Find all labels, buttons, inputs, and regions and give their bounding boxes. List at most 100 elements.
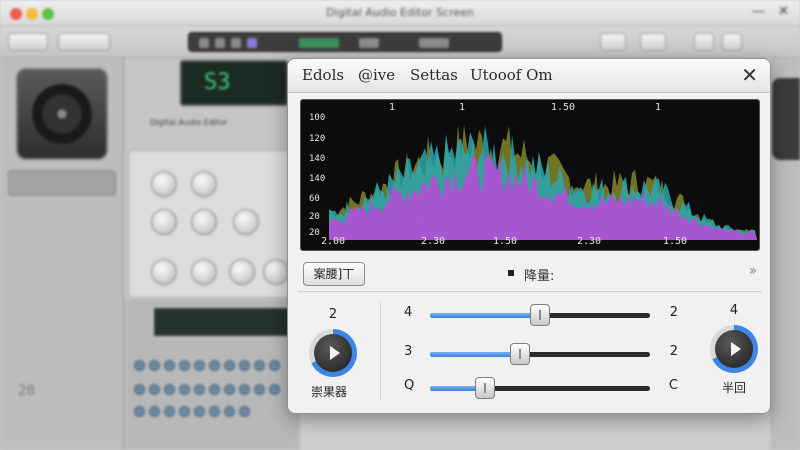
left-knob-value: 2 [328,307,338,322]
slider-right-label: C [668,378,678,393]
pad-button[interactable] [224,384,235,395]
knob-cap [715,330,753,368]
pad-button[interactable] [269,360,280,371]
pad-button[interactable] [134,384,145,395]
y-tick-label: 60 [309,194,320,204]
pad-button[interactable] [254,384,265,395]
right-knob-caption: 半回 [722,381,747,395]
pad-button[interactable] [239,384,250,395]
plugin-knob[interactable] [151,259,177,285]
pad-button[interactable] [224,406,235,417]
toolbar-button[interactable] [694,33,714,51]
slider-track[interactable] [430,343,650,365]
menu-settings[interactable]: Settas [410,66,458,84]
x-tick-label: 2.30 [421,236,446,247]
slider-thumb[interactable] [510,343,531,365]
pad-button[interactable] [164,384,175,395]
expand-chevron-icon[interactable]: ›› [749,263,757,279]
play-icon [330,346,340,360]
slider-thumb[interactable] [530,304,550,326]
close-icon[interactable]: ✕ [778,4,789,19]
speaker-icon [772,78,800,160]
background-toolbar [0,26,800,58]
right-knob-value: 4 [729,303,739,318]
play-icon [731,342,741,356]
left-play-knob[interactable] [309,329,357,377]
minimize-icon[interactable]: — [752,4,765,19]
pad-button[interactable] [194,406,205,417]
transport-button[interactable] [359,38,379,48]
slider-track[interactable] [430,304,650,326]
pad-button[interactable] [269,384,280,395]
pad-button[interactable] [134,406,145,417]
plugin-knob[interactable] [229,259,255,285]
left-panel: 20 [0,58,124,450]
close-icon[interactable]: ✕ [741,63,758,87]
spectrum-dialog: Edols @ive Settas Utooof Om ✕ 1 1 1.50 1… [287,58,771,414]
slider-right-label: 2 [669,344,678,359]
transport-button[interactable] [419,38,449,48]
pad-button[interactable] [149,360,160,371]
plugin-knob[interactable] [191,171,217,197]
y-tick-label: 100 [309,113,326,123]
right-play-knob[interactable] [710,325,758,373]
transport-button[interactable] [231,38,241,48]
pad-row [134,360,280,374]
plugin-knob[interactable] [233,209,259,235]
pad-button[interactable] [149,384,160,395]
toolbar-button[interactable] [58,33,110,51]
section-label: 降量: [524,269,555,284]
pad-button[interactable] [194,360,205,371]
plugin-knob[interactable] [151,209,177,235]
transport-display [299,38,339,48]
pad-button[interactable] [194,384,205,395]
pad-row [134,384,280,398]
pad-button[interactable] [179,360,190,371]
slider-thumb[interactable] [475,377,495,399]
transport-button[interactable] [199,38,209,48]
menu-output[interactable]: Utooof Om [470,66,553,84]
toolbar-button[interactable] [640,33,666,51]
x-tick-label: 2.30 [577,236,602,247]
pad-button[interactable] [209,360,220,371]
speaker-icon [16,68,108,160]
pad-button[interactable] [179,406,190,417]
pad-button[interactable] [209,406,220,417]
y-tick-label: 120 [309,134,326,144]
led-screen [154,308,290,336]
pad-button[interactable] [179,384,190,395]
plugin-knob[interactable] [191,259,217,285]
pad-button[interactable] [149,406,160,417]
transport-button[interactable] [215,38,225,48]
pad-row [134,406,250,420]
pad-button[interactable] [224,360,235,371]
preset-button[interactable]: 案腰]丅 [303,262,365,286]
plugin-panel [128,150,292,298]
divider [298,291,762,292]
left-transport-strip[interactable] [8,170,116,196]
menu-live[interactable]: @ive [358,66,395,84]
toolbar-button[interactable] [600,33,626,51]
pad-button[interactable] [239,406,250,417]
pad-button[interactable] [164,406,175,417]
pad-button[interactable] [164,360,175,371]
bullet-icon [508,270,514,276]
toolbar-button[interactable] [722,33,742,51]
pad-button[interactable] [239,360,250,371]
x-tick-label: 1.50 [493,236,518,247]
toolbar-button[interactable] [8,33,48,51]
plugin-knob[interactable] [151,171,177,197]
slider-left-label: Q [404,378,415,393]
pad-button[interactable] [134,360,145,371]
pad-button[interactable] [209,384,220,395]
transport-bar [188,32,502,52]
transport-button[interactable] [247,38,257,48]
window-title: Digital Audio Editor Screen [326,6,474,19]
slider-track[interactable] [430,377,650,399]
pad-button[interactable] [254,360,265,371]
plugin-knob[interactable] [191,209,217,235]
plugin-knob[interactable] [263,259,289,285]
slider-row: 4 2 [396,303,678,327]
menu-edit[interactable]: Edols [302,66,344,84]
slider-row: Q C [396,376,678,400]
